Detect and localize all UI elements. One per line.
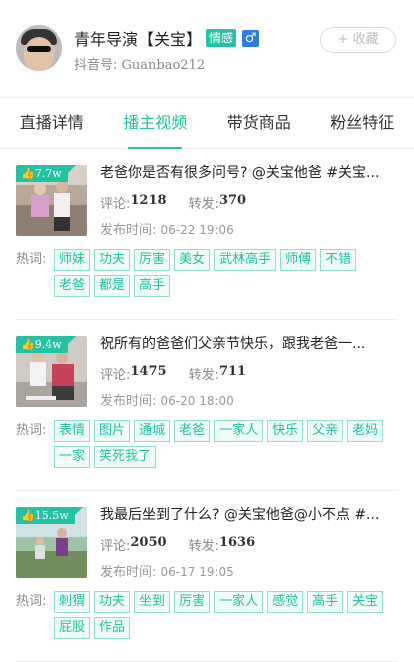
publish-value: 06-22 19:06 — [161, 223, 234, 237]
streamer-name: 青年导演【关宝】 — [74, 26, 202, 50]
hotword-tag[interactable]: 高手 — [307, 591, 343, 613]
hotword-tag[interactable]: 一家人 — [214, 420, 263, 442]
shares-count: 711 — [219, 364, 246, 383]
category-tag: 情感 — [206, 29, 236, 47]
video-stats: 评论: 1218 转发: 370 — [100, 193, 268, 212]
video-stats: 评论: 2050 转发: 1636 — [100, 535, 277, 554]
hotword-tag[interactable]: 快乐 — [267, 420, 303, 442]
comments-label: 评论: — [100, 535, 130, 554]
publish-time: 发布时间: 06-22 19:06 — [100, 219, 234, 238]
likes-badge: 👍7.7w — [16, 165, 68, 182]
tab-streamer-videos[interactable]: 播主视频 — [104, 98, 208, 148]
hotword-tag[interactable]: 表情 — [54, 420, 90, 442]
video-item[interactable]: 👍15.5w 我最后坐到了什么? @关宝他爸@小不点 #... 评论: 2050… — [16, 491, 398, 662]
video-title[interactable]: 祝所有的爸爸们父亲节快乐，跟我老爸一... — [100, 333, 398, 353]
hotword-tag[interactable]: 父亲 — [307, 420, 343, 442]
name-row: 青年导演【关宝】 情感 ♂ — [74, 26, 259, 50]
hotword-tag[interactable]: 师傅 — [280, 249, 316, 271]
publish-value: 06-20 18:00 — [161, 394, 234, 408]
hotword-tag[interactable]: 老妈 — [347, 420, 383, 442]
publish-time: 发布时间: 06-17 19:05 — [100, 561, 234, 580]
hotword-tag[interactable]: 高手 — [134, 275, 170, 297]
hotword-tag[interactable]: 关宝 — [347, 591, 383, 613]
collect-button[interactable]: + 收藏 — [320, 27, 396, 53]
comments-label: 评论: — [100, 193, 130, 212]
video-title[interactable]: 我最后坐到了什么? @关宝他爸@小不点 #... — [100, 504, 398, 524]
publish-value: 06-17 19:05 — [161, 565, 234, 579]
video-thumbnail[interactable]: 👍7.7w — [16, 165, 87, 236]
hotword-list: 刺猬 功夫 坐到 厉害 一家人 感觉 高手 关宝 屁股 作品 — [54, 591, 398, 643]
tab-fan-features[interactable]: 粉丝特征 — [311, 98, 414, 148]
likes-badge: 👍15.5w — [16, 507, 75, 524]
video-item[interactable]: 👍9.4w 祝所有的爸爸们父亲节快乐，跟我老爸一... 评论: 1475 转发:… — [16, 320, 398, 491]
hotword-tag[interactable]: 美女 — [174, 249, 210, 271]
video-thumbnail[interactable]: 👍15.5w — [16, 507, 87, 578]
hotword-tag[interactable]: 师妹 — [54, 249, 90, 271]
hotword-tag[interactable]: 笑死我了 — [94, 446, 156, 468]
hotword-tag[interactable]: 厉害 — [174, 591, 210, 613]
hotwords: 热词: 表情 图片 通城 老爸 一家人 快乐 父亲 老妈 一家 笑死我了 — [16, 420, 398, 472]
shares-label: 转发: — [189, 535, 219, 554]
video-stats: 评论: 1475 转发: 711 — [100, 364, 268, 383]
shares-label: 转发: — [189, 364, 219, 383]
comments-count: 1218 — [130, 193, 166, 212]
comments-count: 1475 — [130, 364, 166, 383]
hotwords: 热词: 刺猬 功夫 坐到 厉害 一家人 感觉 高手 关宝 屁股 作品 — [16, 591, 398, 643]
avatar-glasses — [27, 46, 51, 52]
tab-live-details[interactable]: 直播详情 — [0, 98, 104, 148]
profile-header: 青年导演【关宝】 情感 ♂ 抖音号: Guanbao212 + 收藏 — [0, 0, 414, 97]
likes-count: 15.5w — [35, 509, 69, 522]
avatar[interactable] — [16, 25, 62, 71]
douyin-id-label: 抖音号: — [74, 58, 117, 73]
hotword-tag[interactable]: 感觉 — [267, 591, 303, 613]
shares-count: 370 — [219, 193, 246, 212]
likes-count: 9.4w — [35, 338, 62, 351]
hotword-tag[interactable]: 刺猬 — [54, 591, 90, 613]
hotword-tag[interactable]: 老爸 — [174, 420, 210, 442]
shares-label: 转发: — [189, 193, 219, 212]
hotword-list: 师妹 功夫 厉害 美女 武林高手 师傅 不错 老爸 都是 高手 — [54, 249, 398, 301]
likes-badge: 👍9.4w — [16, 336, 68, 353]
hotwords-label: 热词: — [16, 591, 54, 643]
douyin-id: 抖音号: Guanbao212 — [74, 54, 205, 73]
publish-label: 发布时间: — [100, 223, 156, 238]
hotword-list: 表情 图片 通城 老爸 一家人 快乐 父亲 老妈 一家 笑死我了 — [54, 420, 398, 472]
video-thumbnail[interactable]: 👍9.4w — [16, 336, 87, 407]
hotwords: 热词: 师妹 功夫 厉害 美女 武林高手 师傅 不错 老爸 都是 高手 — [16, 249, 398, 301]
hotword-tag[interactable]: 通城 — [134, 420, 170, 442]
hotword-tag[interactable]: 不错 — [320, 249, 356, 271]
comments-label: 评论: — [100, 364, 130, 383]
hotwords-label: 热词: — [16, 420, 54, 472]
avatar-face — [24, 37, 54, 71]
shares-count: 1636 — [219, 535, 255, 554]
tab-products[interactable]: 带货商品 — [207, 98, 311, 148]
tab-bar: 直播详情 播主视频 带货商品 粉丝特征 — [0, 97, 414, 149]
hotword-tag[interactable]: 功夫 — [94, 591, 130, 613]
video-title[interactable]: 老爸你是否有很多问号? @关宝他爸 #关宝... — [100, 162, 398, 182]
hotword-tag[interactable]: 坐到 — [134, 591, 170, 613]
publish-time: 发布时间: 06-20 18:00 — [100, 390, 234, 409]
video-item[interactable]: 👍7.7w 老爸你是否有很多问号? @关宝他爸 #关宝... 评论: 1218 … — [16, 149, 398, 320]
douyin-id-value: Guanbao212 — [122, 58, 206, 73]
hotword-tag[interactable]: 武林高手 — [214, 249, 276, 271]
hotword-tag[interactable]: 都是 — [94, 275, 130, 297]
hotword-tag[interactable]: 厉害 — [134, 249, 170, 271]
likes-count: 7.7w — [35, 167, 62, 180]
publish-label: 发布时间: — [100, 394, 156, 409]
hotword-tag[interactable]: 功夫 — [94, 249, 130, 271]
hotword-tag[interactable]: 一家人 — [214, 591, 263, 613]
hotwords-label: 热词: — [16, 249, 54, 301]
hotword-tag[interactable]: 一家 — [54, 446, 90, 468]
hotword-tag[interactable]: 作品 — [94, 617, 130, 639]
comments-count: 2050 — [130, 535, 166, 554]
hotword-tag[interactable]: 屁股 — [54, 617, 90, 639]
publish-label: 发布时间: — [100, 565, 156, 580]
hotword-tag[interactable]: 图片 — [94, 420, 130, 442]
hotword-tag[interactable]: 老爸 — [54, 275, 90, 297]
male-icon: ♂ — [242, 30, 259, 47]
